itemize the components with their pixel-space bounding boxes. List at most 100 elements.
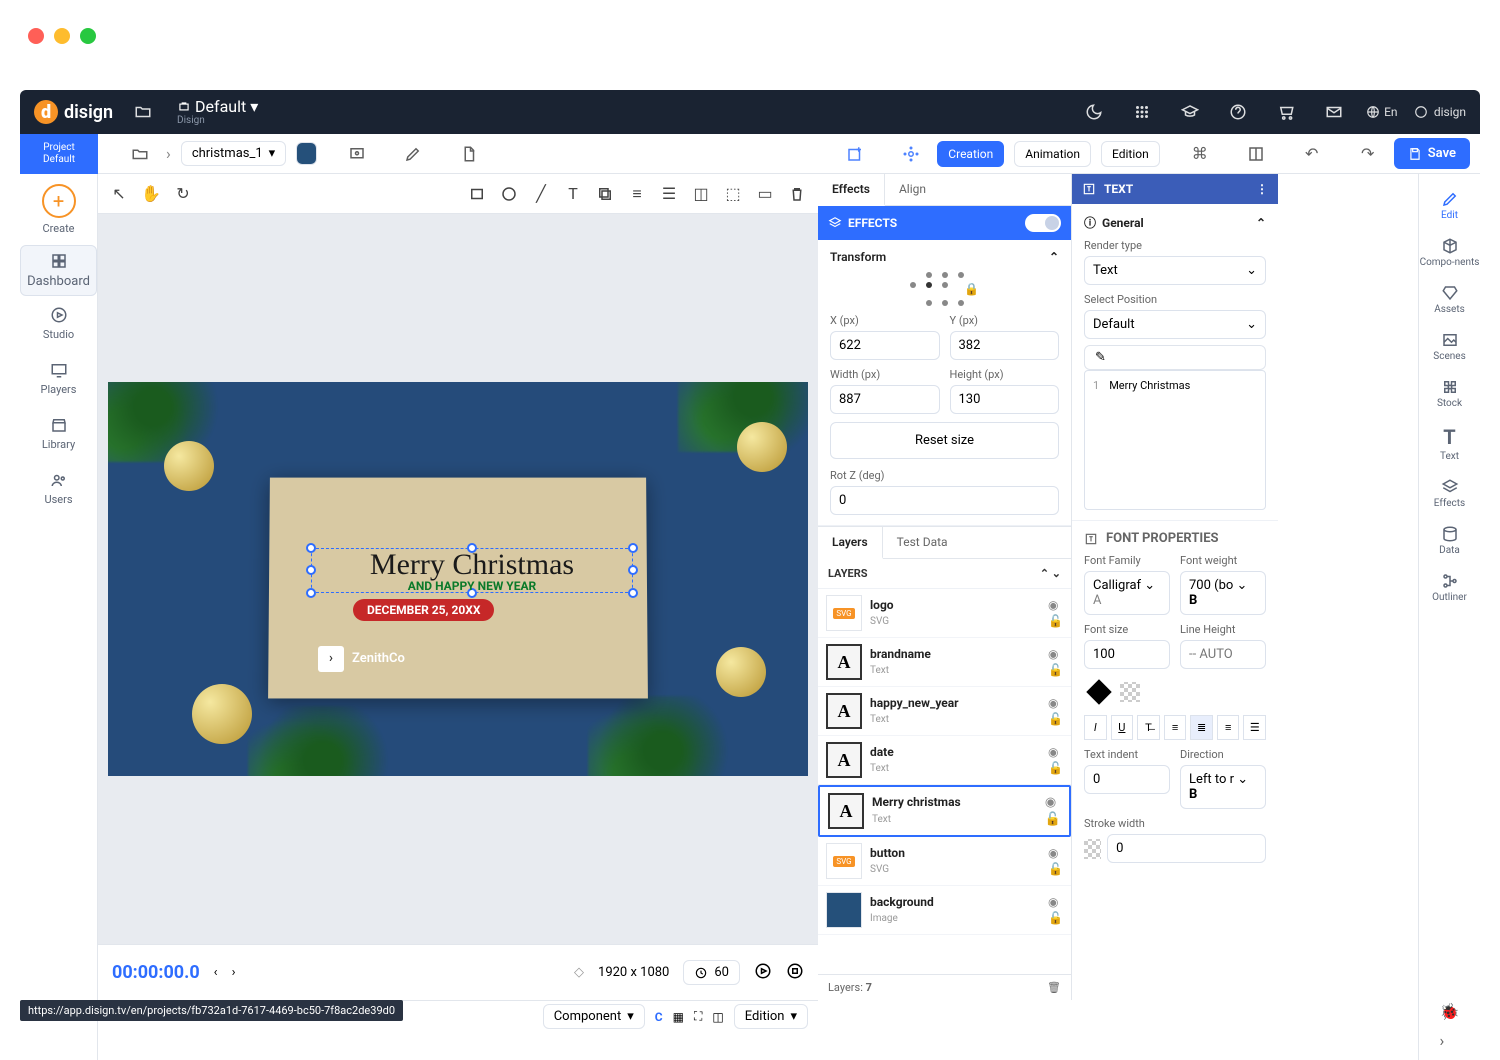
grid-icon[interactable]: ▦ [673,1010,684,1024]
cart-icon[interactable] [1270,96,1302,128]
rtool-data[interactable]: Data [1419,517,1480,564]
close-dot[interactable] [28,28,44,44]
align-justify-button[interactable]: ☰ [1243,715,1266,740]
italic-button[interactable]: I [1084,715,1107,740]
folder-icon[interactable] [127,96,159,128]
reset-size-button[interactable]: Reset size [830,422,1059,459]
link-icon[interactable]: ⌘ [1184,138,1216,170]
rtool-assets[interactable]: Assets [1419,276,1480,323]
fullscreen-icon[interactable]: ⛶ [694,1009,702,1024]
lock-icon[interactable]: 🔒 [964,282,979,296]
chevron-right-icon[interactable]: › [1440,1031,1460,1050]
align-left-icon[interactable]: ≡ [626,183,648,205]
moon-icon[interactable] [1078,96,1110,128]
rail-create[interactable]: +Create [20,174,97,245]
min-dot[interactable] [54,28,70,44]
layer-item[interactable]: SVGbuttonSVG◉🔓 [818,837,1071,886]
rtool-edit[interactable]: Edit [1419,182,1480,229]
project-chip[interactable]: Project Default [20,134,98,174]
render-select[interactable]: Text ⌄ [1084,256,1266,285]
ti-input[interactable] [1084,765,1170,794]
code-editor[interactable]: 1Merry Christmas [1084,370,1266,510]
rtool-scenes[interactable]: Scenes [1419,323,1480,370]
eye-icon[interactable]: ◉ [1048,846,1063,860]
rtool-stock[interactable]: Stock [1419,370,1480,417]
align-center-button[interactable]: ≣ [1190,715,1213,740]
save-button[interactable]: Save [1394,138,1470,169]
lock-icon[interactable]: 🔓 [1048,663,1063,677]
eye-icon[interactable]: ◉ [1048,647,1063,661]
lock-icon[interactable]: 🔓 [1048,712,1063,726]
rtool-text[interactable]: TText [1419,417,1480,470]
layout-icon[interactable] [1240,138,1272,170]
chevron-up-icon[interactable]: ⌃ [1256,216,1266,230]
rail-players[interactable]: Players [20,351,97,406]
chevron-up-icon[interactable]: ⌃ [1049,250,1059,264]
more-icon[interactable]: ⋮ [1256,182,1268,196]
project-switcher[interactable]: Default ▾ Disign [177,98,258,127]
eye-icon[interactable]: ◉ [1048,895,1063,909]
cursor-icon[interactable]: ↖ [108,183,130,205]
component-dropdown[interactable]: Component ▾ [543,1004,645,1029]
canvas[interactable]: Merry Christmas AND HAPPY NEW YEAR DECEM… [98,214,818,944]
brand-row[interactable]: ›ZenithCo [318,646,405,672]
anchor-picker[interactable]: 🔒 [830,272,1059,306]
rotz-input[interactable] [830,486,1059,515]
rail-library[interactable]: Library [20,406,97,461]
line-icon[interactable]: ╱ [530,183,552,205]
c-icon[interactable]: C [655,1010,663,1024]
selpos-select[interactable]: Default ⌄ [1084,310,1266,339]
panel-icon[interactable]: ◫ [712,1010,723,1024]
rtool-components[interactable]: Compo-nents [1419,229,1480,276]
lock-icon[interactable]: 🔓 [1048,862,1063,876]
creation-tab[interactable]: Creation [937,141,1004,167]
hand-icon[interactable]: ✋ [140,183,162,205]
stroke-input[interactable] [1107,834,1266,863]
fw-select[interactable]: 700 (bo ⌄ B [1180,571,1266,615]
apps-grid-icon[interactable] [1126,96,1158,128]
scene-thumb[interactable] [296,142,317,165]
eye-icon[interactable]: ◉ [1045,795,1061,810]
help-icon[interactable] [1222,96,1254,128]
lock-icon[interactable]: 🔓 [1048,761,1063,775]
lock-icon[interactable]: 🔓 [1048,614,1063,628]
effects-toggle[interactable] [1025,214,1061,232]
strike-button[interactable]: T̶ [1137,715,1160,740]
next-frame-icon[interactable]: › [232,965,236,980]
h-input[interactable] [950,385,1060,414]
animation-tab[interactable]: Animation [1014,141,1091,167]
crop-icon[interactable]: ◫ [690,183,712,205]
edit-code-icon[interactable]: ✎ [1084,345,1266,370]
rail-dashboard[interactable]: Dashboard [20,245,97,296]
lh-input[interactable] [1180,640,1266,669]
duration-field[interactable]: 60 [683,960,740,985]
layer-item[interactable]: SVGlogoSVG◉🔓 [818,589,1071,638]
trash-icon[interactable]: 🗑 [1047,981,1061,994]
group-icon[interactable]: ▭ [754,183,776,205]
copy-icon[interactable] [594,183,616,205]
text-date[interactable]: DECEMBER 25, 20XX [353,599,494,621]
keyframe-icon[interactable]: ◇ [574,965,584,980]
bug-icon[interactable]: 🐞 [1440,1002,1460,1021]
text-hny[interactable]: AND HAPPY NEW YEAR [318,579,626,593]
x-input[interactable] [830,331,940,360]
layer-item[interactable]: Ahappy_new_yearText◉🔓 [818,687,1071,736]
y-input[interactable] [950,331,1060,360]
layer-item[interactable]: AbrandnameText◉🔓 [818,638,1071,687]
collapse-down-icon[interactable]: ⌄ [1052,567,1061,580]
layer-item[interactable]: AdateText◉🔓 [818,736,1071,785]
fs-input[interactable] [1084,640,1170,669]
app-logo[interactable]: d disign [34,100,113,124]
rtool-effects[interactable]: Effects [1419,470,1480,517]
max-dot[interactable] [80,28,96,44]
lock-icon[interactable]: 🔓 [1045,812,1061,827]
layer-item[interactable]: AMerry christmasText◉🔓 [818,785,1071,837]
select-icon[interactable]: ⬚ [722,183,744,205]
reload-icon[interactable]: ↻ [172,183,194,205]
align-left-button[interactable]: ≡ [1164,715,1187,740]
alpha-swatch[interactable] [1120,682,1140,702]
underline-button[interactable]: U [1111,715,1134,740]
layer-item[interactable]: backgroundImage◉🔓 [818,886,1071,935]
edition-tab[interactable]: Edition [1101,141,1160,167]
tab-effects[interactable]: Effects [818,174,885,206]
